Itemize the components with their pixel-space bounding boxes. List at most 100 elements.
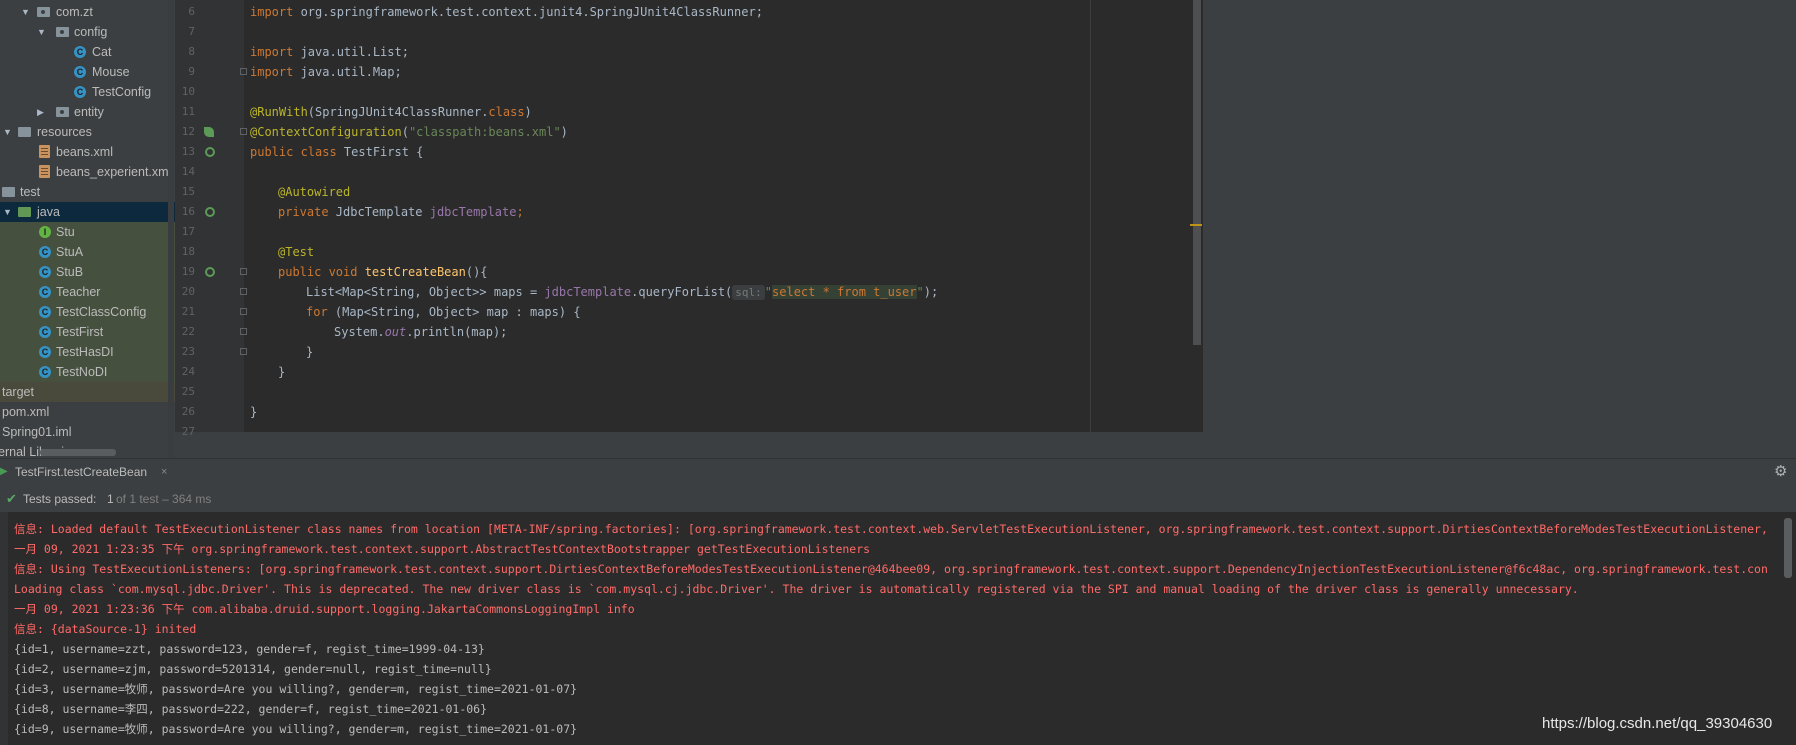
- tree-item-stub[interactable]: C StuB: [0, 262, 175, 282]
- tree-item-stua[interactable]: C StuA: [0, 242, 175, 262]
- line-number: 10: [181, 85, 195, 98]
- console-line[interactable]: 一月 09, 2021 1:23:36 下午 com.alibaba.druid…: [14, 599, 635, 619]
- tree-horizontal-scrollbar[interactable]: [40, 449, 116, 456]
- line-number: 23: [181, 345, 195, 358]
- code-line-16[interactable]: private JdbcTemplate jdbcTemplate;: [278, 202, 524, 222]
- run-test-class-icon[interactable]: [205, 147, 215, 157]
- fold-marker-icon[interactable]: [240, 348, 247, 355]
- line-number: 15: [181, 185, 195, 198]
- package-icon: [37, 7, 50, 17]
- close-tab-icon[interactable]: ×: [161, 458, 167, 486]
- editor-vertical-scrollbar[interactable]: [1193, 0, 1201, 345]
- expand-arrow-icon[interactable]: ▼: [21, 2, 33, 22]
- console-line[interactable]: Loading class `com.mysql.jdbc.Driver'. T…: [14, 579, 1579, 599]
- tree-item-beans-xml[interactable]: beans.xml: [0, 142, 175, 162]
- console-line[interactable]: 信息: Using TestExecutionListeners: [org.s…: [14, 559, 1768, 579]
- run-test-method-icon[interactable]: [205, 267, 215, 277]
- code-line-18[interactable]: @Test: [278, 242, 314, 262]
- code-line-26[interactable]: }: [250, 402, 257, 422]
- tree-item-testfirst[interactable]: C TestFirst: [0, 322, 175, 342]
- package-icon: [56, 27, 69, 37]
- tree-vertical-scrollbar[interactable]: [168, 0, 174, 458]
- code-line-20[interactable]: List<Map<String, Object>> maps = jdbcTem…: [306, 282, 938, 302]
- code-line-19[interactable]: public void testCreateBean(){: [278, 262, 488, 282]
- line-number: 20: [181, 285, 195, 298]
- tree-item-config[interactable]: ▼ config: [0, 22, 175, 42]
- tree-item-testclassconfig[interactable]: C TestClassConfig: [0, 302, 175, 322]
- fold-marker-icon[interactable]: [240, 268, 247, 275]
- console-line[interactable]: {id=1, username=zzt, password=123, gende…: [14, 639, 485, 659]
- line-number: 12: [181, 125, 195, 138]
- class-icon: C: [74, 46, 86, 58]
- tree-item-testnodi[interactable]: C TestNoDI: [0, 362, 175, 382]
- code-line-23[interactable]: }: [306, 342, 313, 362]
- line-number: 14: [181, 165, 195, 178]
- expand-arrow-icon[interactable]: ▼: [37, 22, 49, 42]
- fold-marker-icon[interactable]: [240, 128, 247, 135]
- tree-item-label: target: [2, 385, 34, 399]
- console-line[interactable]: 一月 09, 2021 1:23:35 下午 org.springframewo…: [14, 539, 870, 559]
- tree-item-testconfig[interactable]: C TestConfig: [0, 82, 175, 102]
- code-line-15[interactable]: @Autowired: [278, 182, 350, 202]
- console-line[interactable]: 信息: Loaded default TestExecutionListener…: [14, 519, 1768, 539]
- settings-gear-icon[interactable]: ⚙: [1774, 460, 1787, 484]
- console-line[interactable]: 信息: {dataSource-1} inited: [14, 619, 196, 639]
- tree-item-pom-xml[interactable]: pom.xml: [0, 402, 175, 422]
- tree-item-stu[interactable]: I Stu: [0, 222, 175, 242]
- console-line[interactable]: {id=2, username=zjm, password=5201314, g…: [14, 659, 492, 679]
- xml-file-icon: [39, 165, 50, 178]
- project-tree[interactable]: ▼ com.zt ▼ config C Cat C Mouse C TestCo…: [0, 0, 175, 458]
- tree-item-target[interactable]: target: [0, 382, 175, 402]
- tree-item-test[interactable]: test: [0, 182, 175, 202]
- expand-arrow-icon[interactable]: ▼: [3, 122, 15, 142]
- tree-item-label: com.zt: [56, 5, 93, 19]
- class-icon: C: [39, 306, 51, 318]
- code-line-6[interactable]: import org.springframework.test.context.…: [250, 2, 763, 22]
- autowired-navigate-icon[interactable]: [205, 207, 215, 217]
- fold-marker-icon[interactable]: [240, 308, 247, 315]
- code-line-12[interactable]: @ContextConfiguration("classpath:beans.x…: [250, 122, 568, 142]
- tree-item-java[interactable]: ▼ java: [0, 202, 175, 222]
- tree-item-cat[interactable]: C Cat: [0, 42, 175, 62]
- code-line-24[interactable]: }: [278, 362, 285, 382]
- spring-bean-icon[interactable]: [204, 127, 214, 137]
- console-gutter: [0, 512, 8, 745]
- console-line[interactable]: {id=9, username=牧师, password=Are you wil…: [14, 719, 577, 739]
- warning-stripe-marker[interactable]: [1190, 224, 1202, 226]
- tree-item-mouse[interactable]: C Mouse: [0, 62, 175, 82]
- fold-marker-icon[interactable]: [240, 288, 247, 295]
- code-line-9[interactable]: import java.util.Map;: [250, 62, 402, 82]
- collapse-arrow-icon[interactable]: ▶: [37, 102, 49, 122]
- tree-item-label: TestFirst: [56, 325, 104, 339]
- tree-item-teacher[interactable]: C Teacher: [0, 282, 175, 302]
- console-vertical-scrollbar[interactable]: [1784, 518, 1792, 578]
- package-icon: [56, 107, 69, 117]
- tree-item-label: Cat: [92, 45, 112, 59]
- code-line-13[interactable]: public class TestFirst {: [250, 142, 423, 162]
- console-line[interactable]: {id=8, username=李四, password=222, gender…: [14, 699, 487, 719]
- run-tool-window-header: [0, 458, 1796, 487]
- tree-item-resources[interactable]: ▼ resources: [0, 122, 175, 142]
- tree-item-label: StuA: [56, 245, 84, 259]
- tree-item-testhasdi[interactable]: C TestHasDI: [0, 342, 175, 362]
- tree-item-entity[interactable]: ▶ entity: [0, 102, 175, 122]
- code-line-21[interactable]: for (Map<String, Object> map : maps) {: [306, 302, 581, 322]
- tree-item-label: TestClassConfig: [56, 305, 147, 319]
- watermark-text: https://blog.csdn.net/qq_39304630: [1542, 715, 1773, 732]
- tree-item-spring01-iml[interactable]: Spring01.iml: [0, 422, 175, 442]
- class-icon: C: [39, 346, 51, 358]
- tree-item-label: resources: [37, 125, 92, 139]
- expand-arrow-icon[interactable]: ▼: [3, 202, 15, 222]
- console-line[interactable]: {id=3, username=牧师, password=Are you wil…: [14, 679, 577, 699]
- tree-item-beans-experient-xml[interactable]: beans_experient.xml: [0, 162, 175, 182]
- tests-passed-count: 1: [107, 492, 114, 506]
- code-line-22[interactable]: System.out.println(map);: [334, 322, 507, 342]
- code-line-11[interactable]: @RunWith(SpringJUnit4ClassRunner.class): [250, 102, 532, 122]
- tree-item-label: Spring01.iml: [2, 425, 72, 439]
- run-tab-label: TestFirst.testCreateBean: [15, 465, 148, 479]
- fold-marker-icon[interactable]: [240, 328, 247, 335]
- tree-item-com-zt[interactable]: ▼ com.zt: [0, 2, 175, 22]
- sql-injection-fragment[interactable]: select * from t_user: [772, 285, 917, 299]
- code-line-8[interactable]: import java.util.List;: [250, 42, 409, 62]
- fold-marker-icon[interactable]: [240, 68, 247, 75]
